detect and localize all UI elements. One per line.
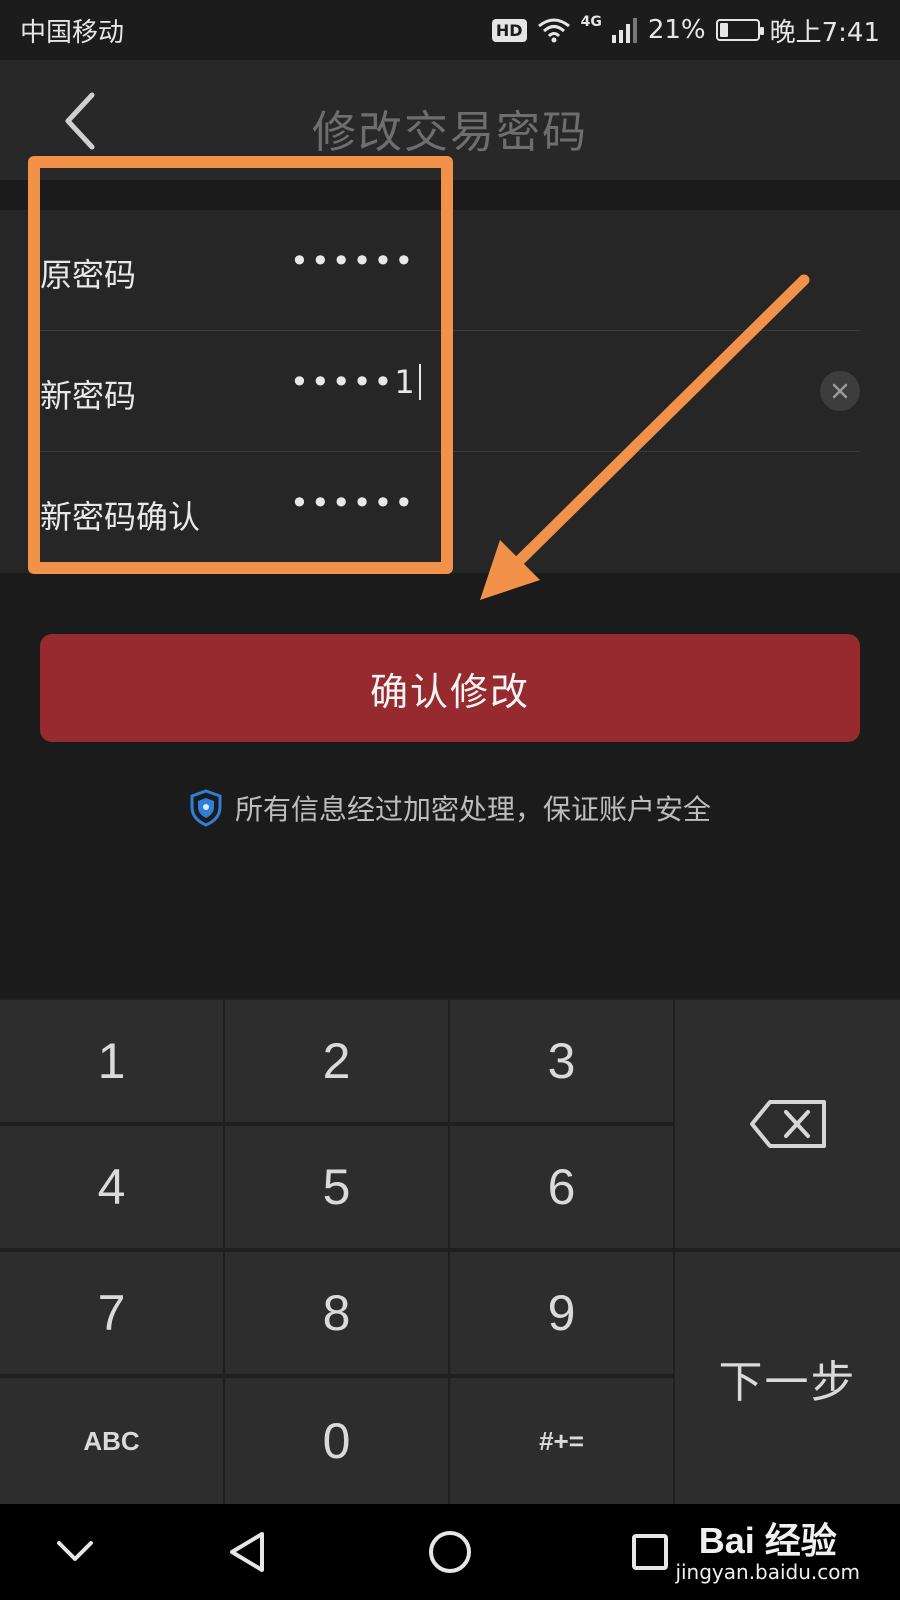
wifi-icon	[537, 18, 570, 43]
recents-square-icon	[632, 1534, 668, 1570]
status-bar: 中国移动 HD 4G 21% 晚上7:41	[0, 0, 900, 60]
back-triangle-icon	[230, 1532, 264, 1572]
watermark-url: jingyan.baidu.com	[675, 1560, 860, 1584]
network-type: 4G	[580, 14, 602, 30]
key-5[interactable]: 5	[225, 1126, 448, 1248]
nav-back-button[interactable]	[218, 1522, 278, 1582]
key-0[interactable]: 0	[225, 1378, 448, 1504]
nav-home-button[interactable]	[420, 1522, 480, 1582]
clock-time: 晚上7:41	[769, 17, 880, 48]
security-note: 所有信息经过加密处理，保证账户安全	[0, 788, 900, 828]
close-circle-icon	[832, 383, 848, 399]
key-3[interactable]: 3	[450, 1000, 673, 1122]
battery-percent: 21%	[647, 15, 706, 45]
carrier-name: 中国移动	[20, 18, 125, 48]
next-step-key[interactable]: 下一步	[675, 1252, 900, 1504]
numeric-keypad: 1 2 3 4 5 6 7 8 9 下一步 ABC 0 #+=	[0, 998, 900, 1504]
backspace-icon	[749, 1100, 826, 1148]
key-1[interactable]: 1	[0, 1000, 223, 1122]
nav-recents-button[interactable]	[620, 1522, 680, 1582]
key-7[interactable]: 7	[0, 1252, 223, 1374]
key-8[interactable]: 8	[225, 1252, 448, 1374]
home-circle-icon	[429, 1531, 471, 1573]
system-nav-bar: Bai 经验 jingyan.baidu.com	[0, 1504, 900, 1600]
symbols-key[interactable]: #+=	[450, 1378, 673, 1504]
status-icons: HD 4G 21% 晚上7:41	[491, 12, 880, 48]
battery-icon	[715, 19, 764, 41]
key-4[interactable]: 4	[0, 1126, 223, 1248]
page-title: 修改交易密码	[312, 107, 588, 158]
clear-button[interactable]	[820, 371, 860, 411]
shield-icon	[190, 789, 222, 827]
baidu-watermark: Bai 经验 jingyan.baidu.com	[675, 1512, 860, 1584]
abc-key[interactable]: ABC	[0, 1378, 223, 1504]
hd-badge: HD	[491, 18, 527, 42]
hide-keyboard-button[interactable]	[45, 1522, 105, 1582]
watermark-logo-text: Bai 经验	[698, 1520, 837, 1561]
security-note-text: 所有信息经过加密处理，保证账户安全	[234, 793, 711, 826]
delete-key[interactable]	[675, 1000, 900, 1248]
key-2[interactable]: 2	[225, 1000, 448, 1122]
confirm-change-button[interactable]: 确认修改	[40, 634, 860, 742]
signal-icon	[611, 18, 637, 43]
key-6[interactable]: 6	[450, 1126, 673, 1248]
chevron-down-icon	[57, 1541, 93, 1561]
key-9[interactable]: 9	[450, 1252, 673, 1374]
annotation-highlight-box	[28, 156, 453, 574]
